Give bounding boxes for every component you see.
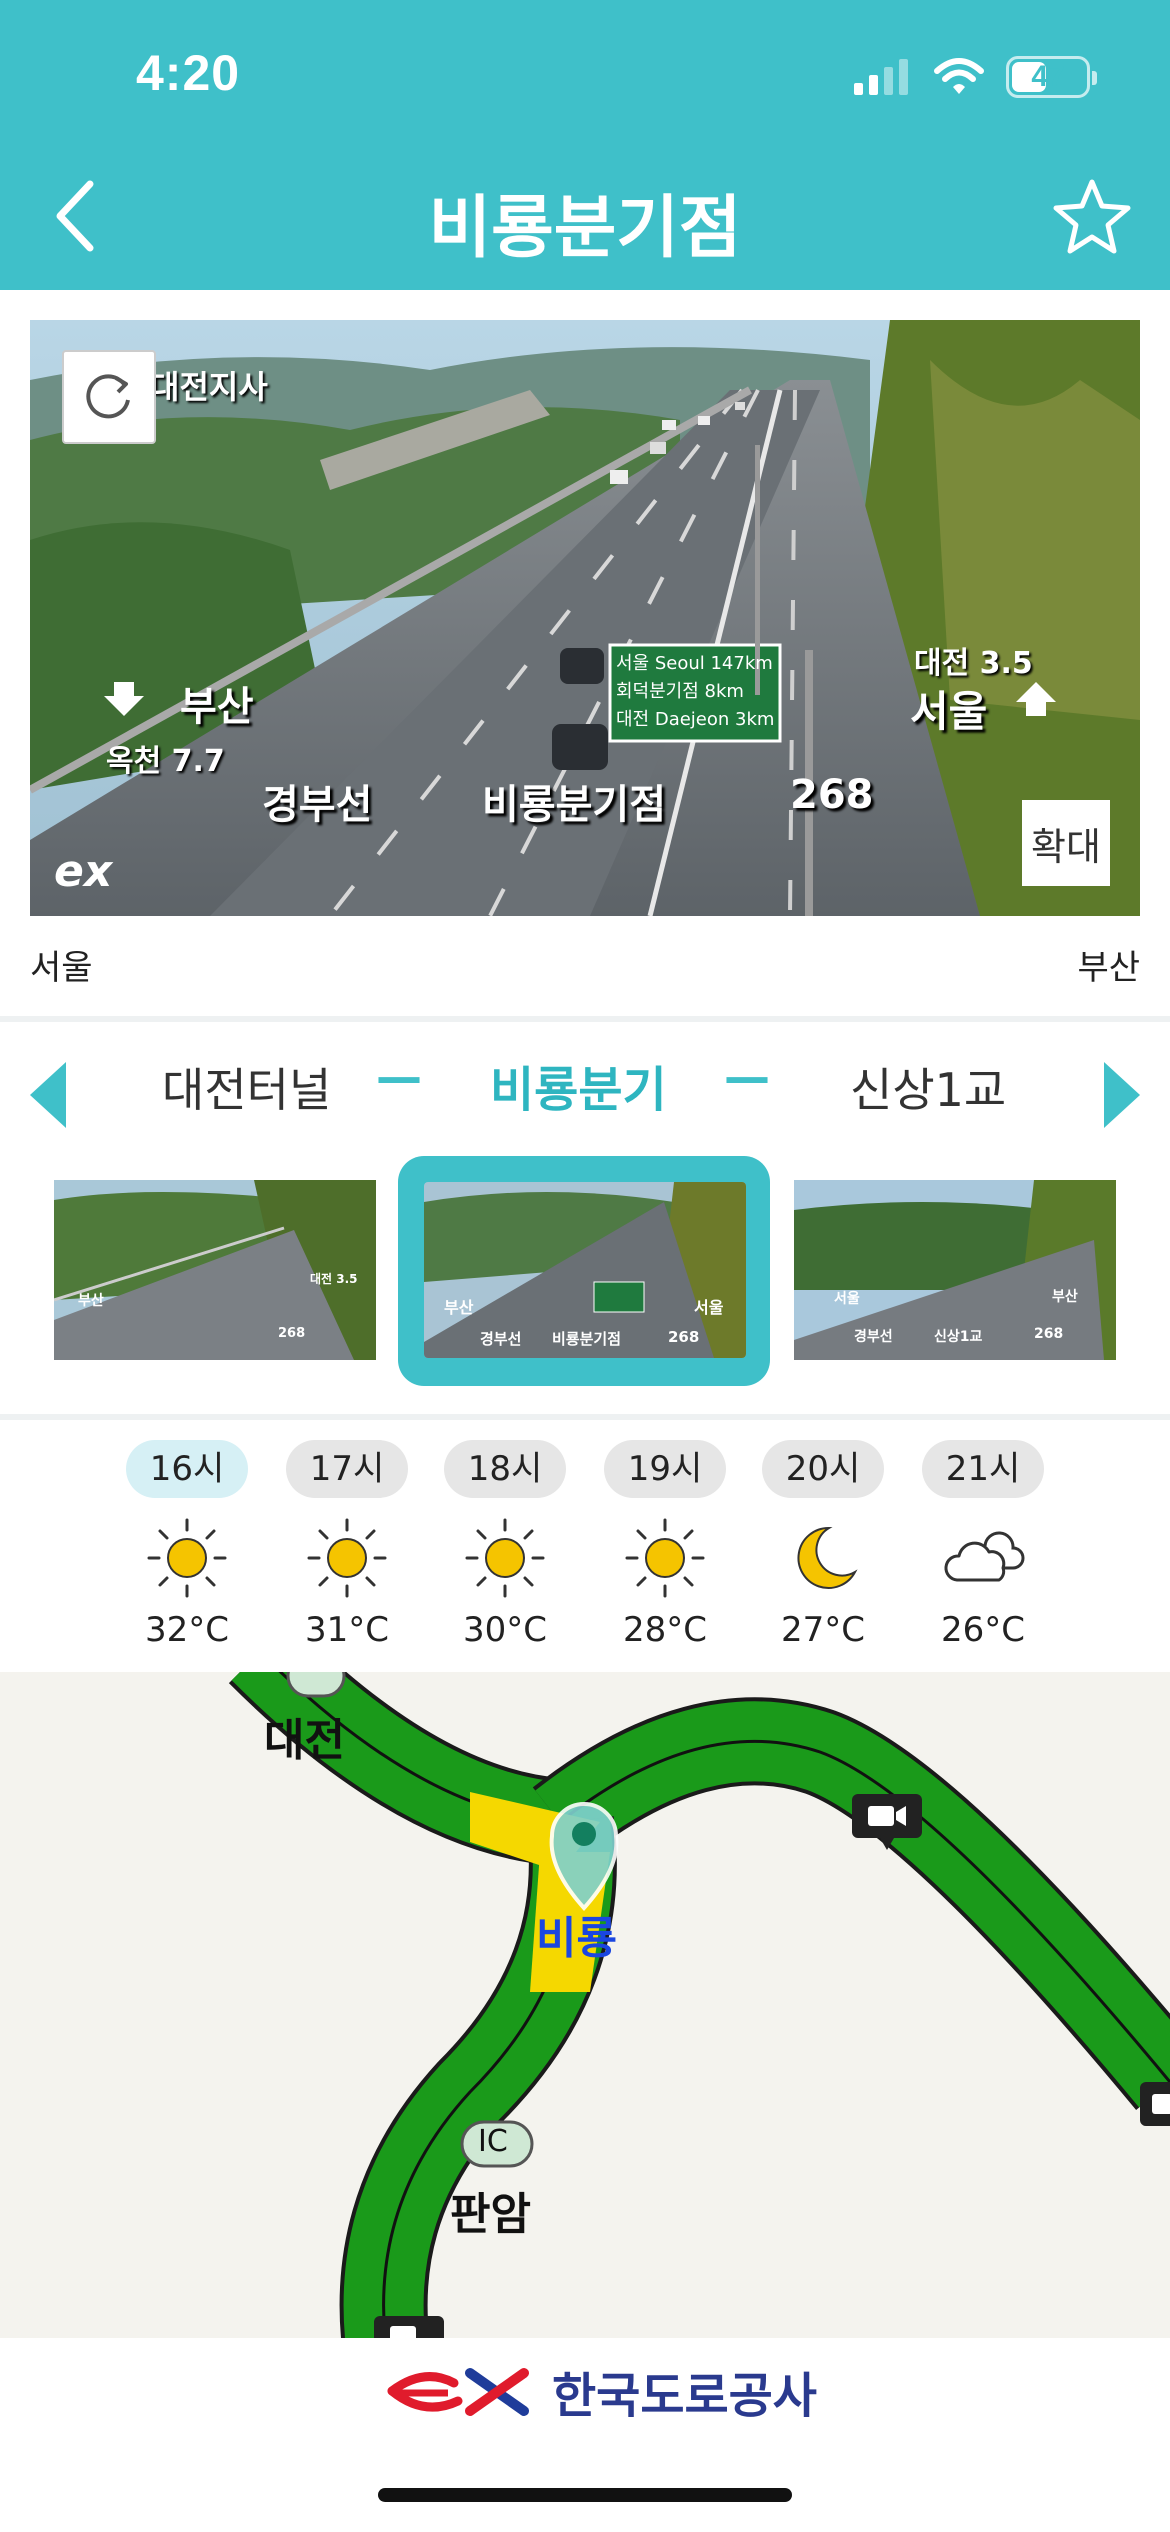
- thumb-label: 대전 3.5: [310, 1272, 358, 1286]
- home-indicator[interactable]: [378, 2488, 792, 2502]
- route-map[interactable]: 대전 비룡 IC 판암: [0, 1672, 1170, 2338]
- weather-time: 20시: [762, 1440, 884, 1498]
- separator: —: [724, 1050, 770, 1104]
- weather-hour: 21시 26°C: [922, 1440, 1044, 1650]
- thumb-label: 경부선: [480, 1330, 522, 1348]
- weather-temp: 26°C: [940, 1610, 1025, 1650]
- brand-name: 한국도로공사: [552, 2368, 817, 2424]
- brand-logo: 한국도로공사: [384, 2356, 817, 2426]
- direction-end: 부산: [1077, 948, 1140, 988]
- map-label-biryong: 비룡: [536, 1913, 617, 1964]
- direction-start: 서울: [30, 948, 93, 988]
- map-roads: [228, 1672, 1170, 2338]
- thumb-label: 부산: [444, 1298, 474, 1317]
- wifi-icon: [934, 58, 984, 94]
- weather-hour: 19시 28°C: [604, 1440, 726, 1650]
- thumb-label: 268: [278, 1326, 306, 1341]
- thumb-label: 비룡분기점: [552, 1330, 622, 1348]
- cctv-route: 경부선: [262, 782, 373, 828]
- weather-temp: 27°C: [780, 1610, 865, 1650]
- cctv-direction-left: 부산: [180, 684, 254, 730]
- weather-time: 16시: [126, 1440, 248, 1498]
- arrow-down-icon: [104, 682, 144, 716]
- moon-icon: [797, 1526, 858, 1589]
- weather-hour: 16시 32°C: [126, 1440, 248, 1650]
- weather-time: 18시: [444, 1440, 566, 1498]
- next-location-label[interactable]: 신상1교: [850, 1054, 1006, 1120]
- ex-logo-icon: [387, 2368, 529, 2416]
- next-location-button[interactable]: [1102, 1060, 1142, 1130]
- weather-temp: 31°C: [304, 1610, 389, 1650]
- battery-level: 47: [1031, 60, 1065, 93]
- sun-icon: [307, 1518, 387, 1598]
- battery-indicator: 47: [1006, 56, 1097, 98]
- page-title: 비룡분기점: [428, 189, 742, 268]
- thumb-label: 부산: [1052, 1289, 1078, 1305]
- cctv-direction-right: 서울: [910, 687, 988, 736]
- footer: 한국도로공사: [0, 2338, 1170, 2532]
- map-ic-badge-label: IC: [478, 2124, 508, 2159]
- weather-time: 19시: [604, 1440, 726, 1498]
- weather-temp: 28°C: [622, 1610, 707, 1650]
- thumb-label: 268: [668, 1328, 700, 1346]
- cellular-signal-icon: [854, 59, 908, 95]
- cctv-guide-sign: 서울 Seoul 147km 회덕분기점 8km 대전 Daejeon 3km: [616, 653, 775, 730]
- status-icons: 47: [852, 52, 1097, 102]
- weather-hour: 20시 27°C: [762, 1440, 884, 1650]
- thumb-label: 부산: [78, 1293, 104, 1309]
- cctv-left-sub: 옥천 7.7: [106, 744, 225, 779]
- weather-temp: 30°C: [462, 1610, 547, 1650]
- weather-time: 17시: [286, 1440, 408, 1498]
- sun-icon: [147, 1518, 227, 1598]
- app-header: 4:20 47 비룡분기점: [0, 0, 1170, 290]
- refresh-button[interactable]: [62, 350, 156, 444]
- cctv-image[interactable]: 대전지사 부산 옥천 7.7 경부선 비룡분기점 268 대전 3.5 서울 서…: [30, 320, 1140, 916]
- cctv-thumbnail-current[interactable]: 부산 서울 경부선 비룡분기점 268: [424, 1182, 746, 1358]
- arrow-up-icon: [1016, 682, 1056, 716]
- cctv-point: 비룡분기점: [482, 782, 666, 828]
- weather-time: 21시: [922, 1440, 1044, 1498]
- cctv-right-top: 대전 3.5: [914, 646, 1033, 681]
- cloud-icon: [944, 1531, 1025, 1582]
- weather-temp: 32°C: [144, 1610, 229, 1650]
- sun-icon: [625, 1518, 705, 1598]
- zoom-button[interactable]: 확대: [1022, 800, 1110, 886]
- prev-location-button[interactable]: [28, 1060, 68, 1130]
- map-camera-icon[interactable]: [1140, 2082, 1170, 2126]
- cctv-thumbnail-next[interactable]: 서울 부산 경부선 신상1교 268: [794, 1180, 1116, 1360]
- divider: [0, 1414, 1170, 1420]
- thumb-label: 신상1교: [934, 1329, 983, 1345]
- divider: [0, 1016, 1170, 1022]
- map-label-panam: 판암: [450, 2189, 531, 2240]
- location-navigator: 대전터널 — 비룡분기 — 신상1교: [0, 1040, 1170, 1140]
- thumb-label: 경부선: [854, 1329, 893, 1345]
- map-label-daejeon: 대전: [264, 1715, 345, 1766]
- status-time: 4:20: [136, 45, 241, 101]
- weather-hour: 17시 31°C: [286, 1440, 408, 1650]
- hourly-weather: 16시 32°C 17시 31°C 18시 30°C 19시 28°C 20시 …: [0, 1440, 1170, 1670]
- separator: —: [376, 1050, 422, 1104]
- thumb-label: 서울: [694, 1298, 724, 1317]
- current-location-label: 비룡분기: [490, 1062, 667, 1118]
- map-camera-icon[interactable]: [374, 2316, 444, 2338]
- prev-location-label[interactable]: 대전터널: [162, 1054, 331, 1120]
- refresh-icon: [86, 374, 130, 419]
- thumb-label: 서울: [834, 1291, 860, 1307]
- favorite-star-button[interactable]: [1052, 176, 1132, 256]
- cctv-km: 268: [790, 772, 874, 818]
- cctv-thumbnail-prev[interactable]: 부산 대전 3.5 268: [54, 1180, 376, 1360]
- thumb-label: 268: [1034, 1326, 1064, 1342]
- sun-icon: [465, 1518, 545, 1598]
- cctv-station-label: 대전지사: [150, 368, 268, 406]
- cctv-ex-logo: ex: [54, 846, 113, 897]
- weather-hour: 18시 30°C: [444, 1440, 566, 1650]
